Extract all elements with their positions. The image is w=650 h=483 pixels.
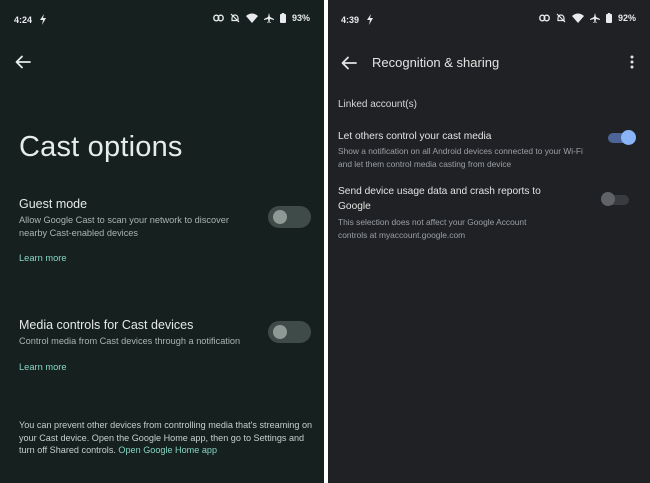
guest-mode-title: Guest mode (19, 197, 88, 211)
toggle-knob (273, 210, 287, 224)
battery-percent: 93% (291, 13, 310, 23)
charging-bolt-icon (367, 14, 373, 25)
bell-off-icon (556, 13, 566, 23)
status-bar: 4:24 93% (0, 0, 324, 40)
usage-data-toggle[interactable] (601, 192, 629, 206)
media-controls-description: Control media from Cast devices through … (19, 336, 241, 346)
linked-accounts-item[interactable]: Linked account(s) (338, 99, 417, 110)
guest-mode-toggle[interactable] (268, 206, 311, 228)
let-others-control-title: Let others control your cast media (338, 131, 492, 142)
link-icon (213, 14, 224, 22)
status-icons: 93% (213, 13, 310, 23)
battery-percent: 92% (617, 13, 636, 23)
cast-options-screen: 4:24 93% Cast options Guest mode Allow G… (0, 0, 324, 483)
guest-mode-description: Allow Google Cast to scan your network t… (19, 215, 229, 238)
status-bar: 4:39 92% (328, 0, 650, 40)
wifi-icon (245, 13, 258, 23)
charging-bolt-icon (40, 14, 46, 25)
recognition-sharing-screen: 4:39 92% Recognition & sharing Linked ac… (328, 0, 650, 483)
page-title: Recognition & sharing (372, 55, 500, 70)
status-icons: 92% (539, 13, 636, 23)
status-time: 4:39 (341, 15, 360, 25)
switch-knob (621, 130, 636, 145)
usage-data-description: This selection does not affect your Goog… (338, 217, 527, 240)
battery-icon (279, 13, 286, 23)
open-google-home-link[interactable]: Open Google Home app (118, 445, 217, 455)
bell-off-icon (230, 13, 240, 23)
back-arrow-icon[interactable] (14, 53, 32, 71)
more-vert-icon[interactable] (630, 55, 634, 69)
battery-icon (605, 13, 612, 23)
status-time: 4:24 (14, 15, 33, 25)
media-controls-learn-more-link[interactable]: Learn more (19, 362, 67, 372)
wifi-icon (571, 13, 584, 23)
media-controls-toggle[interactable] (268, 321, 311, 343)
switch-knob (601, 192, 615, 206)
airplane-icon (263, 13, 274, 23)
page-title: Cast options (19, 131, 183, 163)
let-others-control-description: Show a notification on all Android devic… (338, 146, 583, 169)
guest-mode-learn-more-link[interactable]: Learn more (19, 253, 67, 263)
link-icon (539, 14, 550, 22)
footer-note: You can prevent other devices from contr… (19, 419, 319, 457)
airplane-icon (589, 13, 600, 23)
media-controls-title: Media controls for Cast devices (19, 318, 194, 332)
let-others-control-toggle[interactable] (608, 130, 636, 145)
usage-data-title: Send device usage data and crash reports… (338, 186, 541, 212)
toggle-knob (273, 325, 287, 339)
back-arrow-icon[interactable] (340, 54, 358, 72)
